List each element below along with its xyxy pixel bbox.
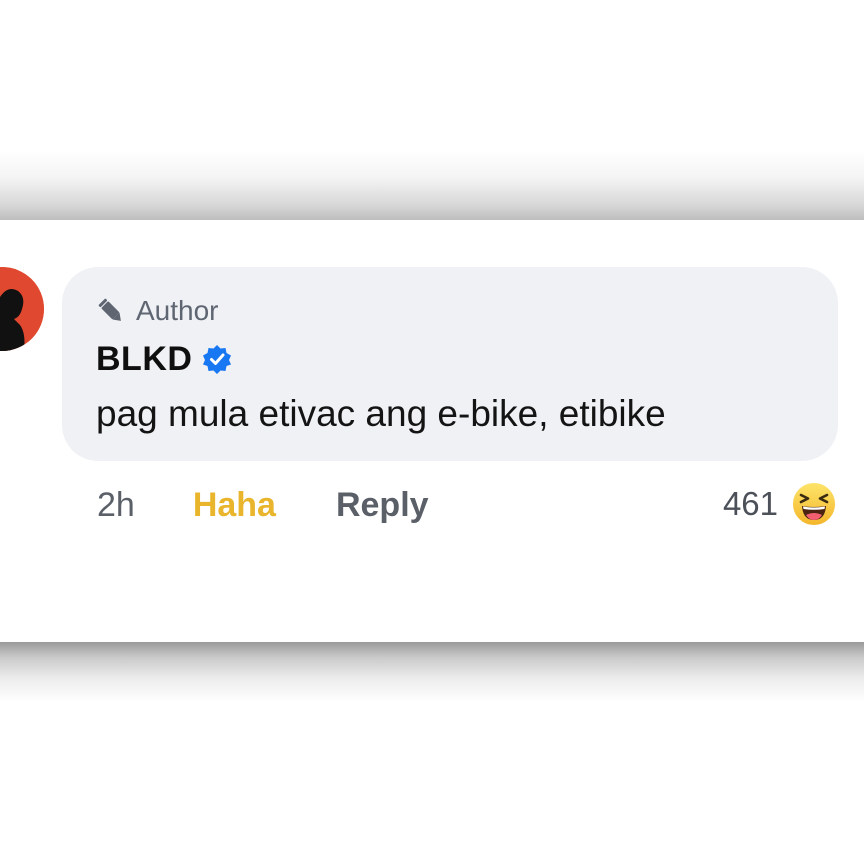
avatar[interactable] [0, 267, 44, 351]
reply-button[interactable]: Reply [336, 486, 429, 525]
verified-badge-icon [202, 344, 232, 374]
pencil-icon [96, 296, 126, 326]
commenter-name[interactable]: BLKD [96, 340, 192, 379]
commenter-name-row: BLKD [96, 339, 232, 379]
bottom-shadow [0, 642, 864, 702]
comment-actions: 2h Haha Reply [97, 482, 429, 528]
comment-bubble: Author BLKD pag mula etivac ang e-bike, … [62, 267, 838, 461]
comment-text: pag mula etivac ang e-bike, etibike [96, 393, 666, 434]
comment-timestamp[interactable]: 2h [97, 486, 135, 525]
author-label: Author [136, 295, 219, 326]
author-badge: Author [96, 295, 219, 327]
haha-reaction-button[interactable]: Haha [193, 486, 276, 525]
avatar-silhouette-icon [0, 267, 44, 351]
comment-card: Author BLKD pag mula etivac ang e-bike, … [0, 220, 864, 642]
top-shadow [0, 150, 864, 220]
reaction-count: 461 [722, 485, 778, 522]
reaction-summary[interactable]: 461 [723, 478, 838, 530]
haha-emoji-icon [790, 480, 838, 528]
